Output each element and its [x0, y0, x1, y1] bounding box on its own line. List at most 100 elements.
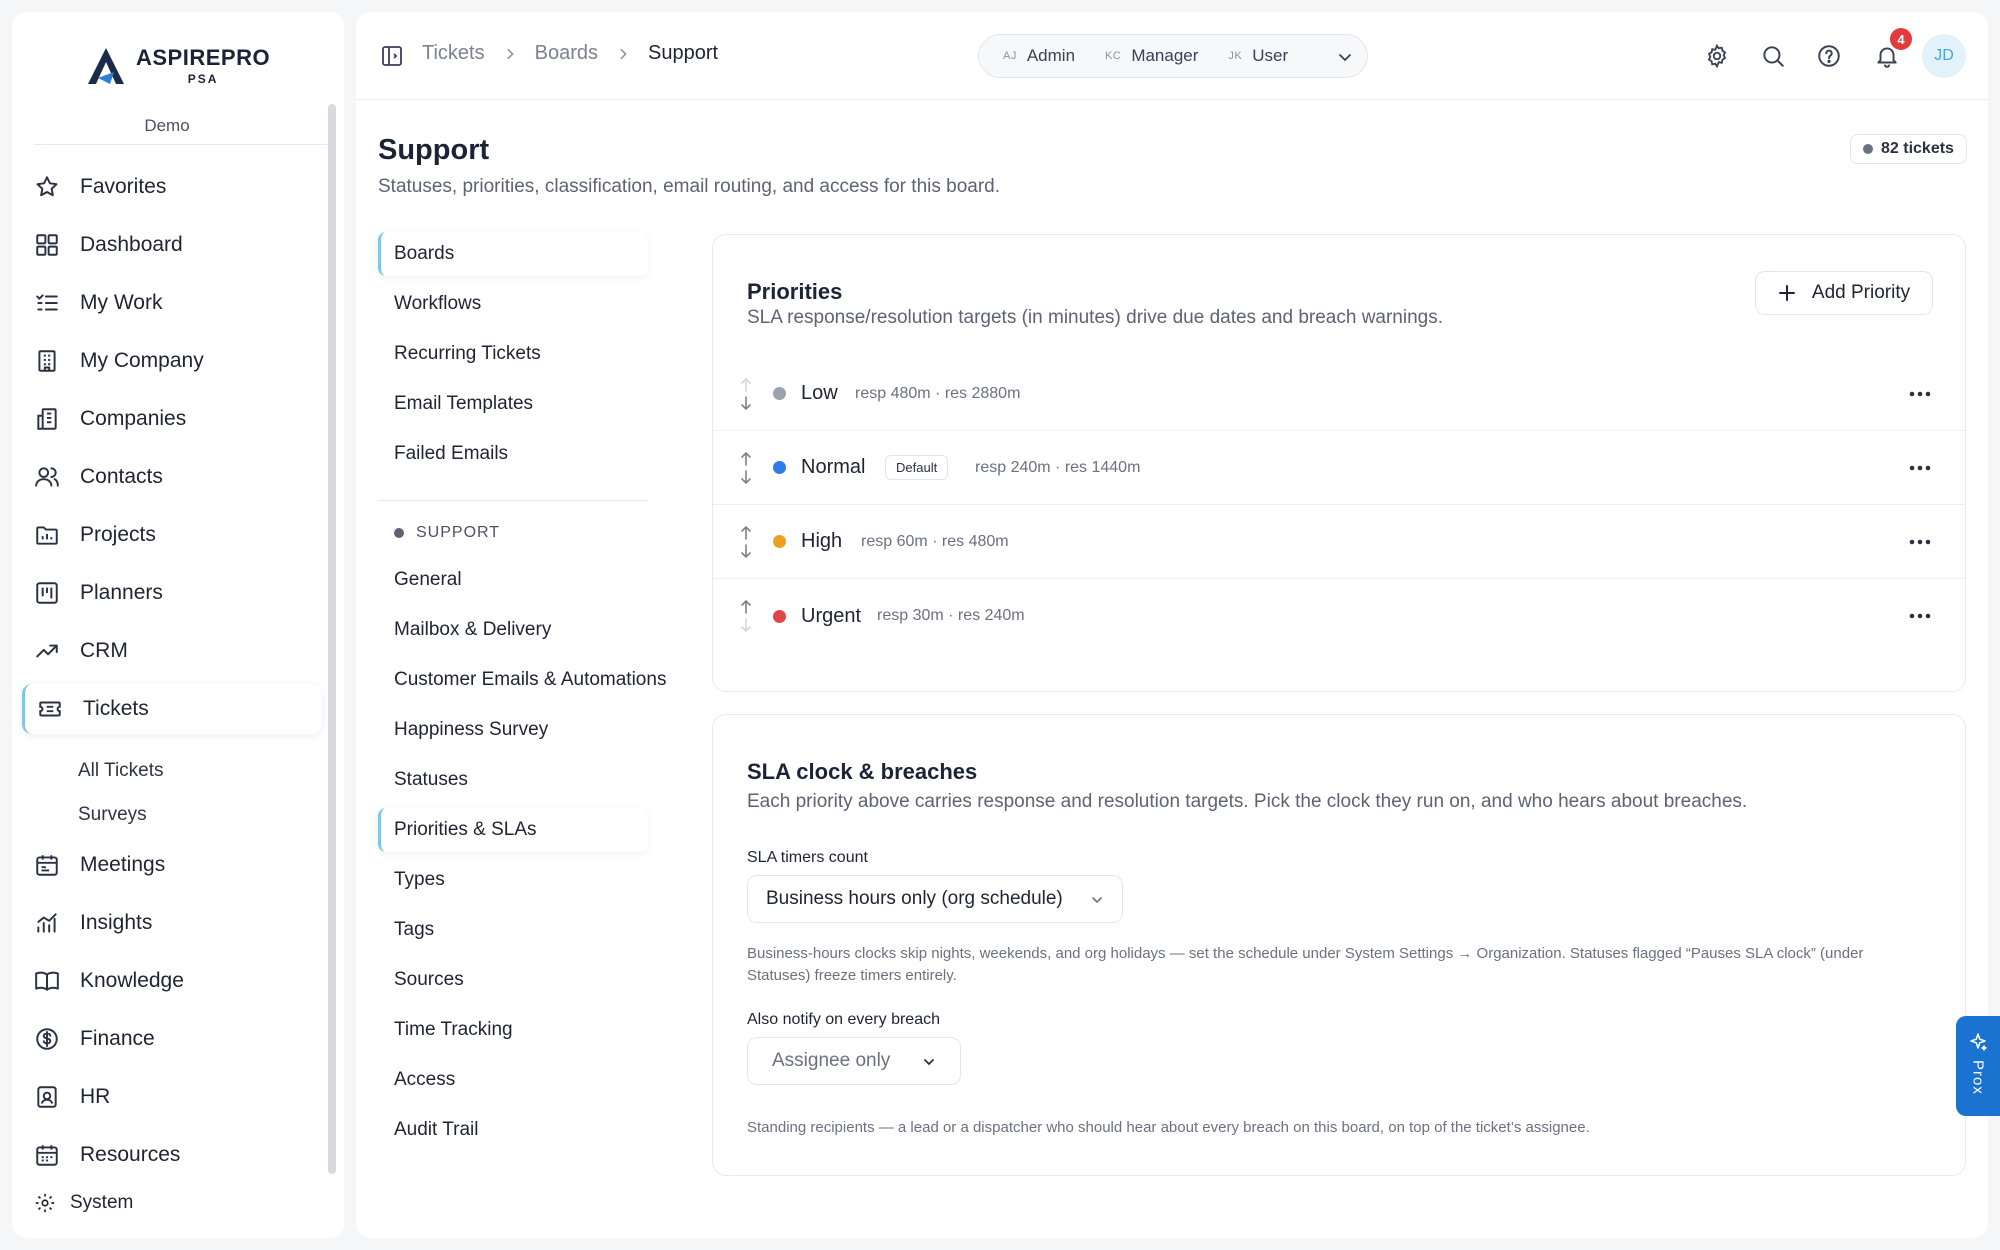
breadcrumb-boards[interactable]: Boards [535, 42, 598, 65]
sidebar-item-knowledge[interactable]: Knowledge [22, 956, 322, 1006]
more-options-icon[interactable] [1909, 613, 1931, 619]
chevron-right-icon [620, 48, 627, 59]
star-icon [36, 176, 58, 197]
priority-color-dot [773, 609, 786, 623]
subnav-general[interactable]: General [378, 558, 648, 602]
sidebar-item-label: Insights [80, 911, 153, 934]
role-admin[interactable]: AJ Admin [1003, 46, 1075, 66]
sidebar-item-crm[interactable]: CRM [22, 626, 322, 676]
role-label: Admin [1026, 46, 1076, 65]
sla-timers-value: Business hours only (org schedule) [766, 888, 1063, 909]
building-icon [38, 350, 56, 372]
notify-select[interactable]: Assignee only [747, 1037, 961, 1085]
help-icon[interactable] [1816, 43, 1842, 69]
subnav-boards[interactable]: Boards [378, 232, 648, 276]
sidebar-item-label: Contacts [80, 465, 163, 488]
sidebar-item-system[interactable]: System [34, 1192, 133, 1214]
subnav-priorities-slas[interactable]: Priorities & SLAs [378, 808, 648, 852]
sidebar-item-companies[interactable]: Companies [22, 394, 322, 444]
trend-up-icon [36, 644, 58, 658]
sidebar-item-finance[interactable]: Finance [22, 1014, 322, 1064]
sla-title: SLA clock & breaches [747, 759, 978, 784]
priority-row-normal[interactable]: Normal Default resp 240m · res 1440m [713, 431, 1965, 505]
more-options-icon[interactable] [1909, 391, 1931, 397]
sidebar-item-favorites[interactable]: Favorites [22, 162, 322, 212]
sidebar-item-tickets[interactable]: Tickets [22, 684, 322, 734]
priority-row-urgent[interactable]: Urgent resp 30m · res 240m [713, 579, 1965, 653]
id-badge-icon [37, 1086, 57, 1108]
priority-color-dot [773, 461, 786, 474]
notify-placeholder: Assignee only [772, 1050, 891, 1071]
role-switcher[interactable]: AJ Admin KC Manager JK User [978, 34, 1368, 78]
role-manager[interactable]: KC Manager [1105, 46, 1198, 66]
sidebar-item-planners[interactable]: Planners [22, 568, 322, 618]
subnav-tags[interactable]: Tags [378, 908, 648, 952]
priority-sla-targets: resp 240m · res 1440m [975, 458, 1141, 476]
subnav-statuses[interactable]: Statuses [378, 758, 648, 802]
subnav-failed-emails[interactable]: Failed Emails [378, 432, 648, 476]
subnav-types[interactable]: Types [378, 858, 648, 902]
sla-timers-select[interactable]: Business hours only (org schedule) [747, 875, 1123, 923]
sparkle-icon [1970, 1033, 1987, 1051]
role-user[interactable]: JK User [1228, 46, 1288, 66]
breadcrumb-tickets[interactable]: Tickets [422, 42, 485, 65]
sidebar-item-insights[interactable]: Insights [22, 898, 322, 948]
more-options-icon[interactable] [1909, 465, 1931, 471]
reorder-arrows-icon[interactable] [737, 598, 755, 634]
sidebar-item-resources[interactable]: Resources [22, 1130, 322, 1180]
role-initials: JK [1228, 50, 1243, 62]
role-initials: KC [1105, 50, 1122, 62]
priority-row-high[interactable]: High resp 60m · res 480m [713, 505, 1965, 579]
sidebar-item-projects[interactable]: Projects [22, 510, 322, 560]
subnav-customer-emails[interactable]: Customer Emails & Automations [378, 658, 666, 702]
sidebar-item-hr[interactable]: HR [22, 1072, 322, 1122]
add-priority-button[interactable]: Add Priority [1755, 271, 1933, 315]
subnav-recurring-tickets[interactable]: Recurring Tickets [378, 332, 648, 376]
sidebar-subitem-all-tickets[interactable]: All Tickets [78, 760, 164, 782]
dollar-icon [36, 1028, 58, 1050]
user-avatar[interactable]: JD [1922, 34, 1966, 78]
prox-assistant-tab[interactable]: Prox [1956, 1016, 2000, 1116]
priority-name: Low [801, 382, 838, 404]
subnav-audit-trail[interactable]: Audit Trail [378, 1108, 648, 1152]
sidebar-item-my-company[interactable]: My Company [22, 336, 322, 386]
dashboard-icon [36, 234, 58, 256]
ticket-count-badge: 82 tickets [1850, 134, 1967, 164]
sidebar-item-label: Knowledge [80, 969, 184, 992]
sidebar-scrollbar[interactable] [328, 104, 336, 1174]
breadcrumb: Tickets Boards Support [422, 42, 718, 65]
logo-mark-icon [88, 48, 124, 84]
subnav-happiness-survey[interactable]: Happiness Survey [378, 708, 648, 752]
default-badge: Default [885, 455, 949, 480]
reorder-arrows-icon[interactable] [737, 524, 755, 560]
brand-logo[interactable]: ASPIREPRO PSA [84, 36, 270, 96]
divider [378, 500, 648, 501]
subnav-sources[interactable]: Sources [378, 958, 648, 1002]
reorder-arrows-icon[interactable] [737, 376, 755, 412]
sidebar-toggle-icon[interactable] [380, 44, 404, 68]
subnav-workflows[interactable]: Workflows [378, 282, 648, 326]
section-dot [394, 528, 404, 538]
subnav-mailbox-delivery[interactable]: Mailbox & Delivery [378, 608, 648, 652]
plus-icon [1778, 285, 1795, 301]
subnav-access[interactable]: Access [378, 1058, 648, 1102]
sidebar-item-dashboard[interactable]: Dashboard [22, 220, 322, 270]
reorder-arrows-icon[interactable] [737, 450, 755, 486]
sidebar-item-my-work[interactable]: My Work [22, 278, 322, 328]
search-icon[interactable] [1760, 43, 1786, 69]
settings-gear-icon[interactable] [1704, 43, 1730, 69]
priority-row-low[interactable]: Low resp 480m · res 2880m [713, 357, 1965, 431]
sidebar: ASPIREPRO PSA Demo Favorites Dashboard M… [12, 12, 344, 1238]
subnav-time-tracking[interactable]: Time Tracking [378, 1008, 648, 1052]
priorities-description: SLA response/resolution targets (in minu… [747, 307, 1444, 328]
sidebar-item-contacts[interactable]: Contacts [22, 452, 322, 502]
sidebar-item-meetings[interactable]: Meetings [22, 840, 322, 890]
subnav-email-templates[interactable]: Email Templates [378, 382, 648, 426]
priorities-card: Priorities SLA response/resolution targe… [712, 234, 1966, 692]
sidebar-item-label: Projects [80, 523, 156, 546]
more-options-icon[interactable] [1909, 539, 1931, 545]
sidebar-subitem-surveys[interactable]: Surveys [78, 804, 147, 826]
priority-name: Normal [801, 456, 866, 478]
workspace-name[interactable]: Demo [12, 116, 322, 136]
subnav-section-header: SUPPORT [394, 524, 500, 542]
